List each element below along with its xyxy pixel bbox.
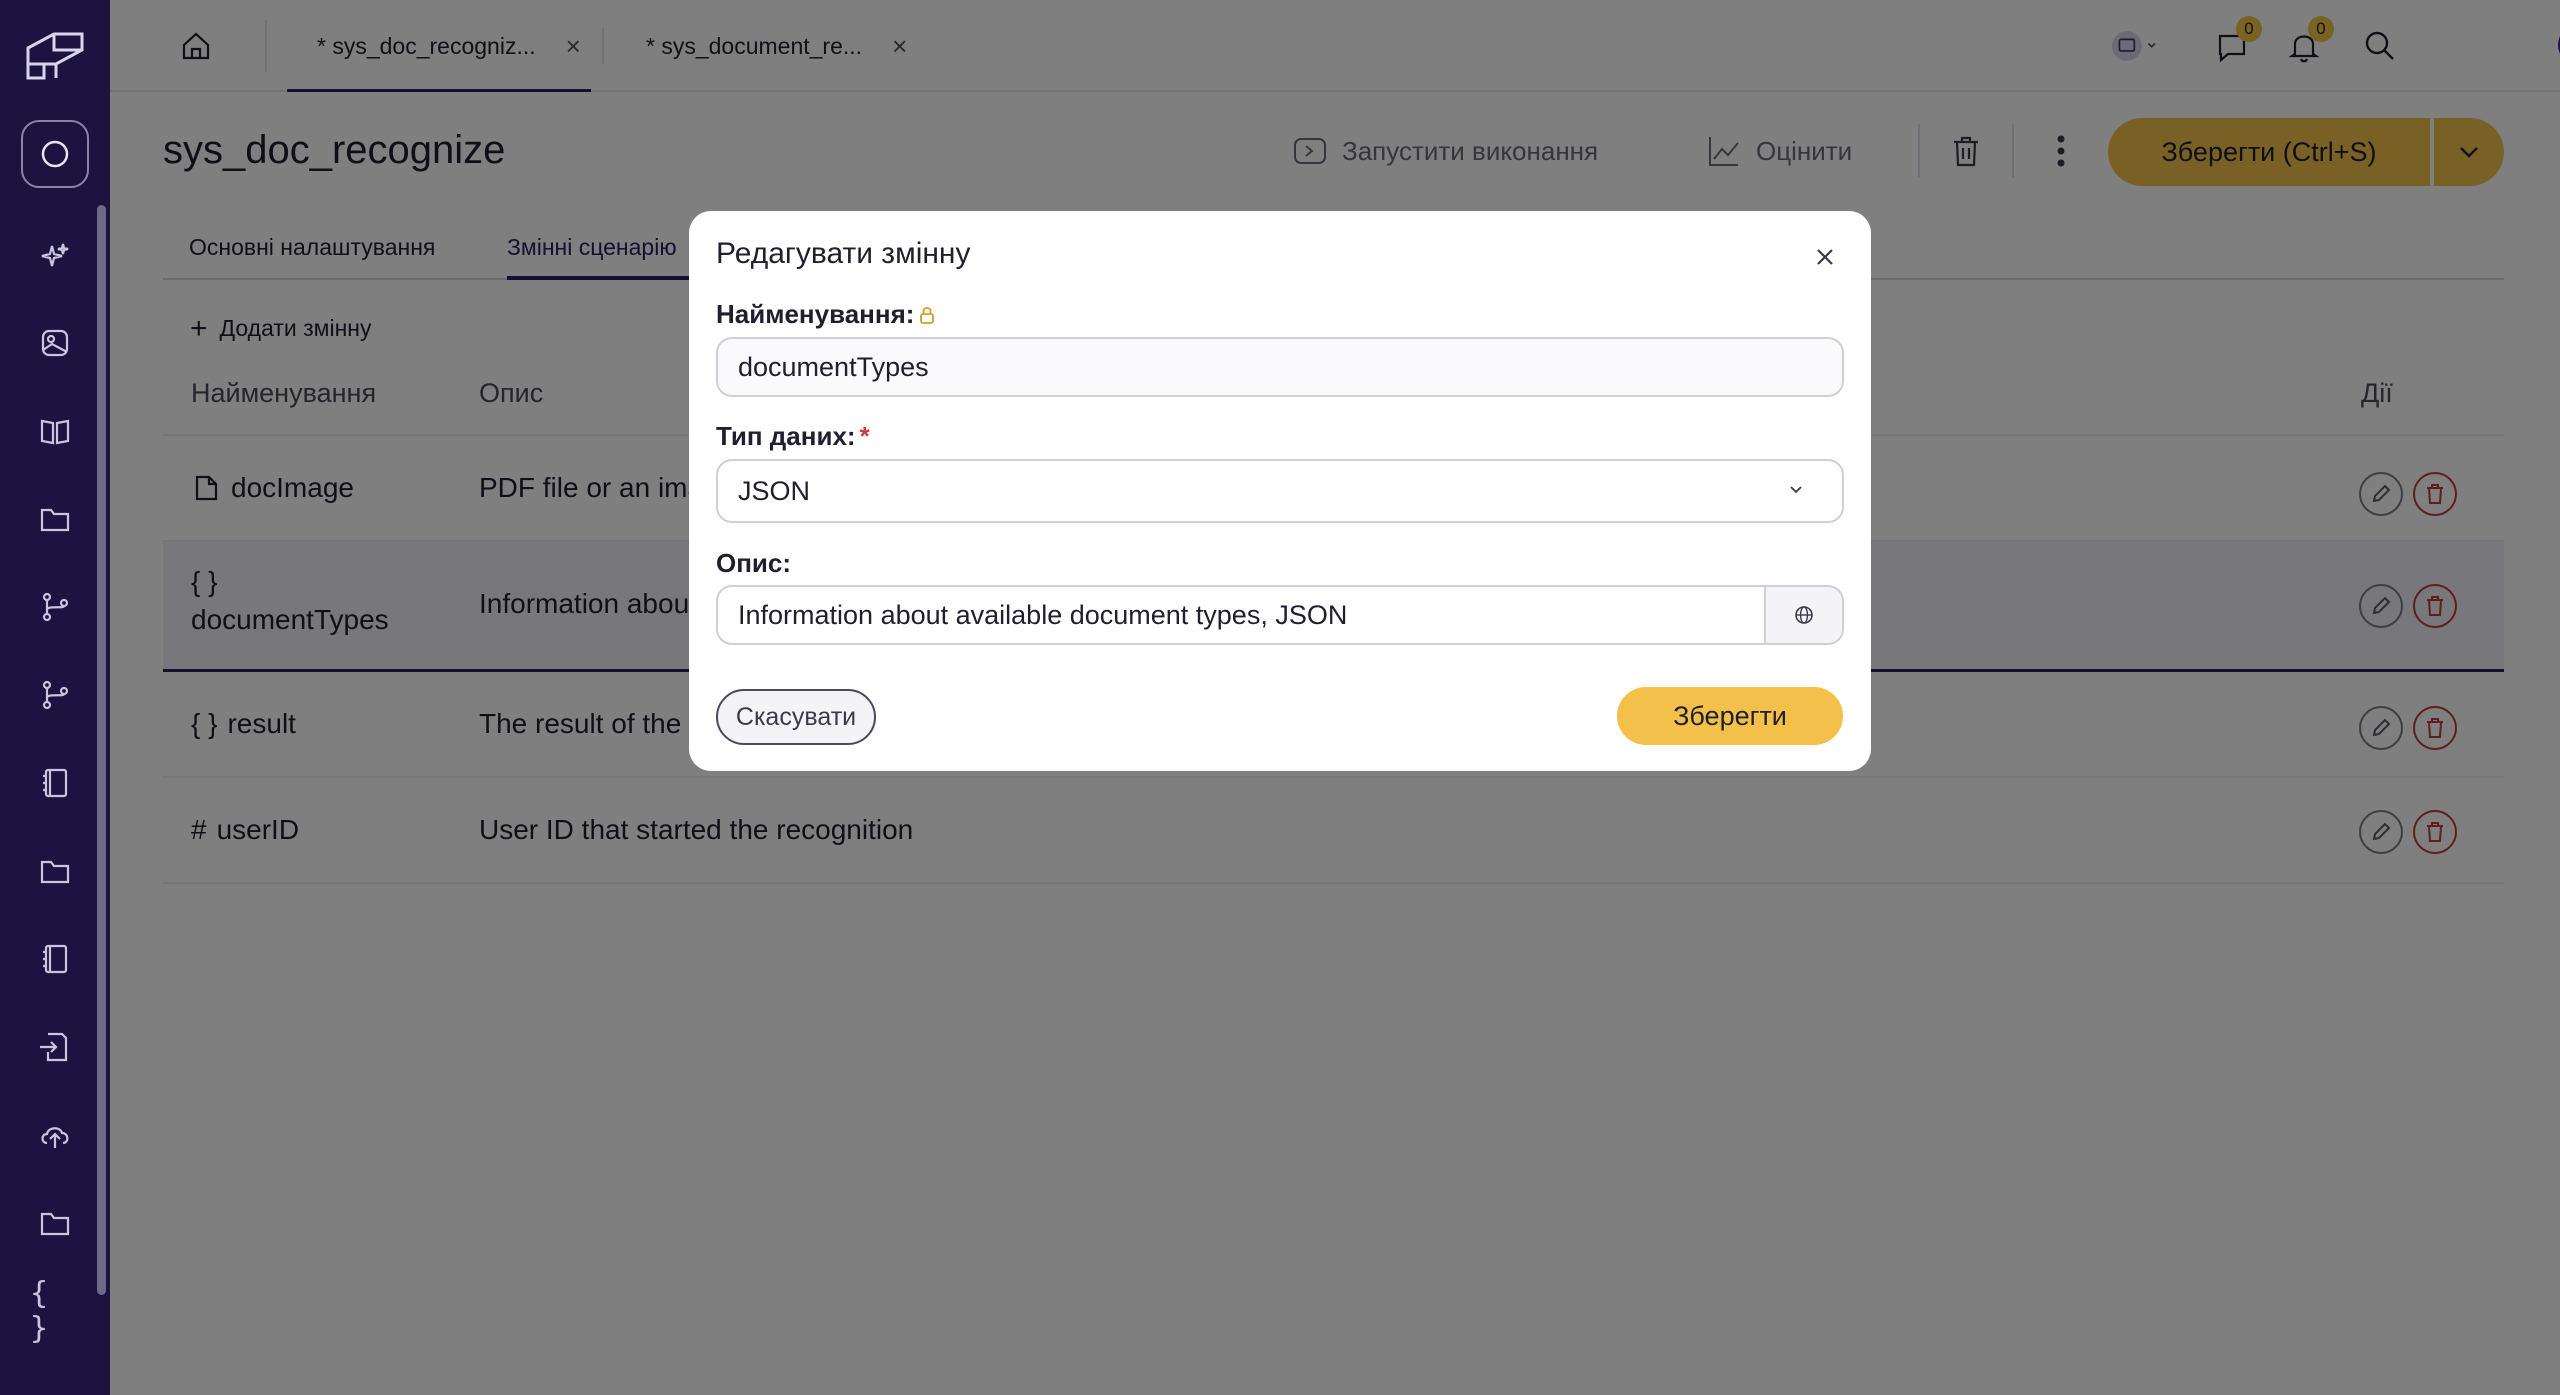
globe-icon	[1795, 606, 1813, 624]
data-type-select[interactable]: JSON	[716, 459, 1844, 523]
sidebar-scrollbar[interactable]	[97, 205, 106, 1295]
save-button[interactable]: Зберегти	[1617, 687, 1843, 745]
branch-icon[interactable]	[30, 670, 80, 720]
type-label: Тип даних: *	[716, 421, 870, 452]
upload-cloud-icon[interactable]	[30, 1110, 80, 1160]
folder-icon[interactable]	[30, 846, 80, 896]
cancel-button[interactable]: Скасувати	[716, 689, 876, 745]
book-icon[interactable]	[30, 406, 80, 456]
name-field[interactable]: documentTypes	[716, 337, 1844, 397]
edit-variable-dialog: Редагувати змінну Найменування: document…	[689, 211, 1871, 771]
image-icon[interactable]	[30, 318, 80, 368]
folder-icon[interactable]	[30, 1198, 80, 1248]
description-field[interactable]: Information about available document typ…	[716, 585, 1766, 645]
chevron-down-icon	[1790, 486, 1802, 494]
folder-icon[interactable]	[30, 494, 80, 544]
search-icon[interactable]	[21, 120, 89, 188]
type-label-text: Тип даних:	[716, 421, 856, 451]
sparkle-icon[interactable]	[30, 232, 80, 282]
sidebar: { }	[0, 0, 110, 1395]
branch-icon[interactable]	[30, 582, 80, 632]
braces-icon[interactable]: { }	[30, 1276, 80, 1346]
dialog-title: Редагувати змінну	[716, 237, 971, 270]
logo-icon[interactable]	[24, 28, 86, 80]
lock-icon	[920, 306, 935, 324]
translate-button[interactable]	[1765, 585, 1844, 645]
name-label: Найменування:	[716, 299, 936, 330]
name-label-text: Найменування:	[716, 299, 915, 329]
required-mark: *	[859, 421, 870, 451]
notebook-icon[interactable]	[30, 934, 80, 984]
description-label: Опис:	[716, 548, 792, 578]
close-icon[interactable]	[1807, 239, 1843, 275]
import-icon[interactable]	[30, 1022, 80, 1072]
notebook-icon[interactable]	[30, 758, 80, 808]
data-type-value: JSON	[738, 475, 811, 506]
